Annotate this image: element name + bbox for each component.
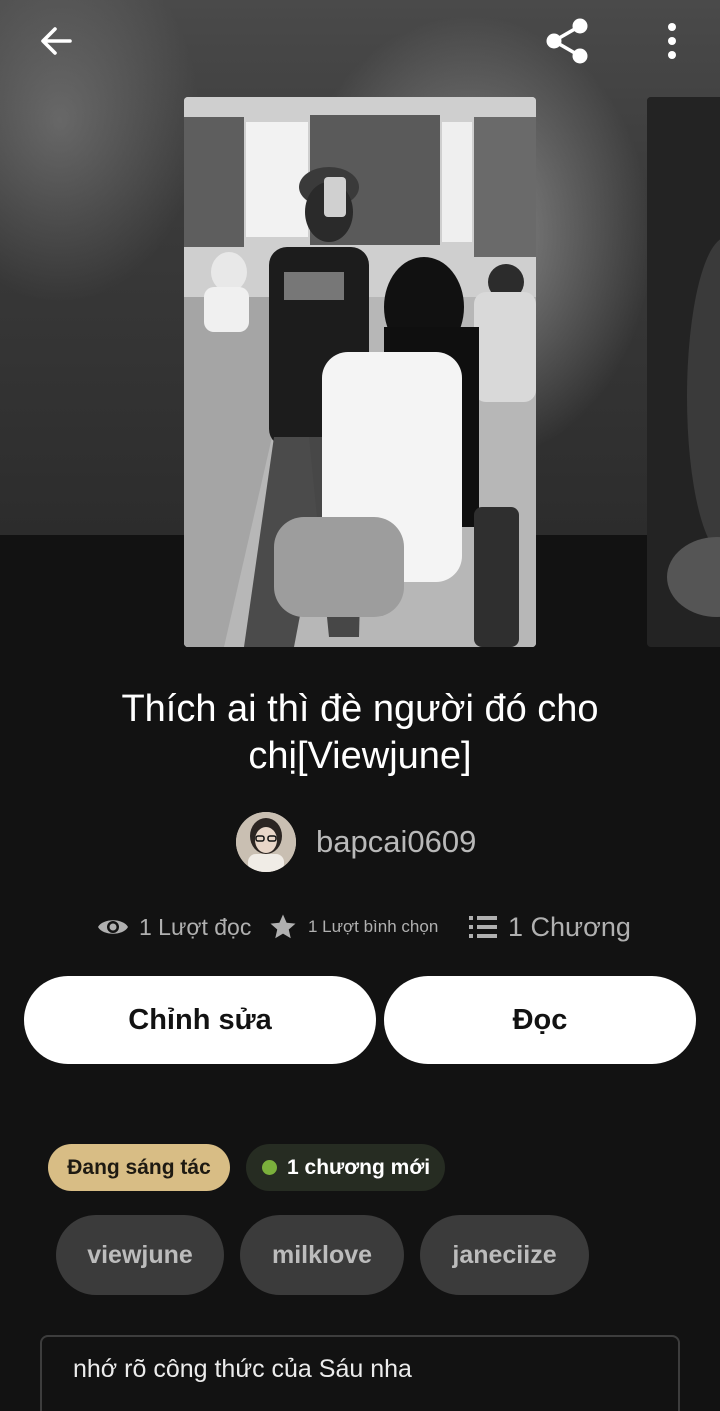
author-avatar[interactable] <box>236 812 296 872</box>
arrow-left-icon <box>41 27 72 55</box>
story-description: nhớ rõ công thức của Sáu nha <box>73 1355 412 1383</box>
edit-story-button[interactable]: Chỉnh sửa <box>24 976 376 1064</box>
new-chapter-badge: 1 chương mới <box>246 1144 445 1191</box>
author-username[interactable]: bapcai0609 <box>316 824 476 860</box>
star-icon <box>270 914 296 939</box>
next-cover-illustration <box>647 97 720 647</box>
avatar-illustration <box>236 812 296 872</box>
parts-stat: 1 Chương <box>468 905 631 949</box>
more-options-button[interactable] <box>644 13 700 69</box>
parts-count: 1 Chương <box>508 911 631 942</box>
reads-stat: 1 Lượt đọc <box>97 905 251 949</box>
story-title: Thích ai thì đè người đó cho chị[Viewjun… <box>121 688 599 777</box>
read-story-button[interactable]: Đọc <box>384 976 696 1064</box>
tag-chip[interactable]: janeciize <box>420 1215 589 1295</box>
top-app-bar <box>0 0 720 84</box>
back-button[interactable] <box>28 13 84 69</box>
reads-count: 1 Lượt đọc <box>139 913 252 940</box>
next-story-cover-image[interactable] <box>647 97 720 647</box>
status-badge: Đang sáng tác <box>48 1144 230 1191</box>
votes-stat: 1 Lượt bình chọn <box>268 905 438 949</box>
new-indicator-dot-icon <box>262 1160 277 1175</box>
tag-chip[interactable]: viewjune <box>56 1215 224 1295</box>
author-row[interactable]: bapcai0609 <box>236 812 476 872</box>
share-button[interactable] <box>540 13 596 69</box>
description-box[interactable]: nhớ rõ công thức của Sáu nha <box>40 1335 680 1411</box>
story-cover-image[interactable] <box>184 97 536 647</box>
tag-chip[interactable]: milklove <box>240 1215 404 1295</box>
story-stats: 1 Lượt đọc 1 Lượt bình chọn 1 Chương <box>0 905 720 949</box>
eye-icon <box>98 920 128 934</box>
share-icon <box>546 18 588 64</box>
status-badge-label: Đang sáng tác <box>67 1155 211 1179</box>
votes-count: 1 Lượt bình chọn <box>308 917 439 936</box>
new-chapter-label: 1 chương mới <box>287 1155 431 1179</box>
cover-photo-illustration <box>184 97 536 647</box>
more-vertical-icon <box>668 23 676 59</box>
list-icon <box>469 916 497 938</box>
